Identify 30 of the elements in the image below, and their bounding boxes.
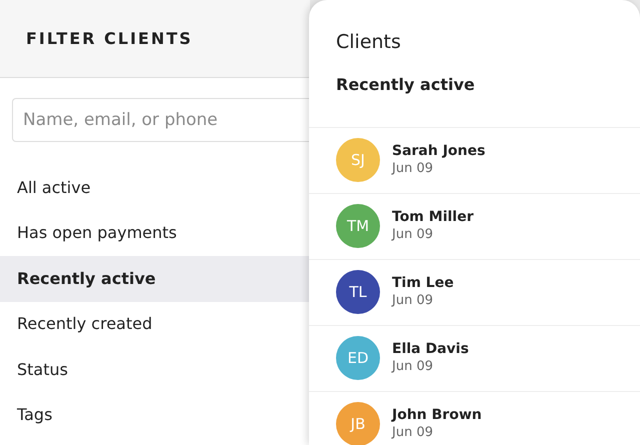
filter-item[interactable]: Recently created [0,302,310,347]
panel-title: FILTER CLIENTS [26,28,193,50]
avatar: SJ [336,138,380,182]
filter-item[interactable]: Status [0,347,310,392]
client-name: Tom Miller [392,208,474,227]
panel-title: Clients [335,30,402,55]
avatar: TM [336,204,380,248]
filter-item[interactable]: Tags [0,392,310,438]
client-row[interactable]: JB John Brown Jun 09 [309,390,640,445]
client-row[interactable]: ED Ella Davis Jun 09 [309,324,640,390]
filter-item[interactable]: All active [0,165,310,210]
client-name: Sarah Jones [392,142,486,161]
client-row[interactable]: TM Tom Miller Jun 09 [309,192,640,258]
client-row[interactable]: TL Tim Lee Jun 09 [309,258,640,324]
client-name: Tim Lee [392,274,454,293]
client-name: Ella Davis [392,340,469,359]
avatar: JB [336,402,380,445]
client-row[interactable]: SJ Sarah Jones Jun 09 [309,126,640,192]
client-date: Jun 09 [392,358,434,376]
search-field[interactable]: Name, email, or phone [12,98,312,142]
avatar: ED [336,336,380,380]
client-date: Jun 09 [392,226,434,244]
list-subtitle: Recently active [336,74,475,94]
client-date: Jun 09 [392,292,434,310]
client-name: John Brown [392,406,482,425]
avatar: TL [336,270,380,314]
client-date: Jun 09 [392,160,434,178]
filter-item[interactable]: Has open payments [0,210,310,256]
filter-item[interactable]: Recently active [0,256,310,302]
client-date: Jun 09 [392,424,434,442]
